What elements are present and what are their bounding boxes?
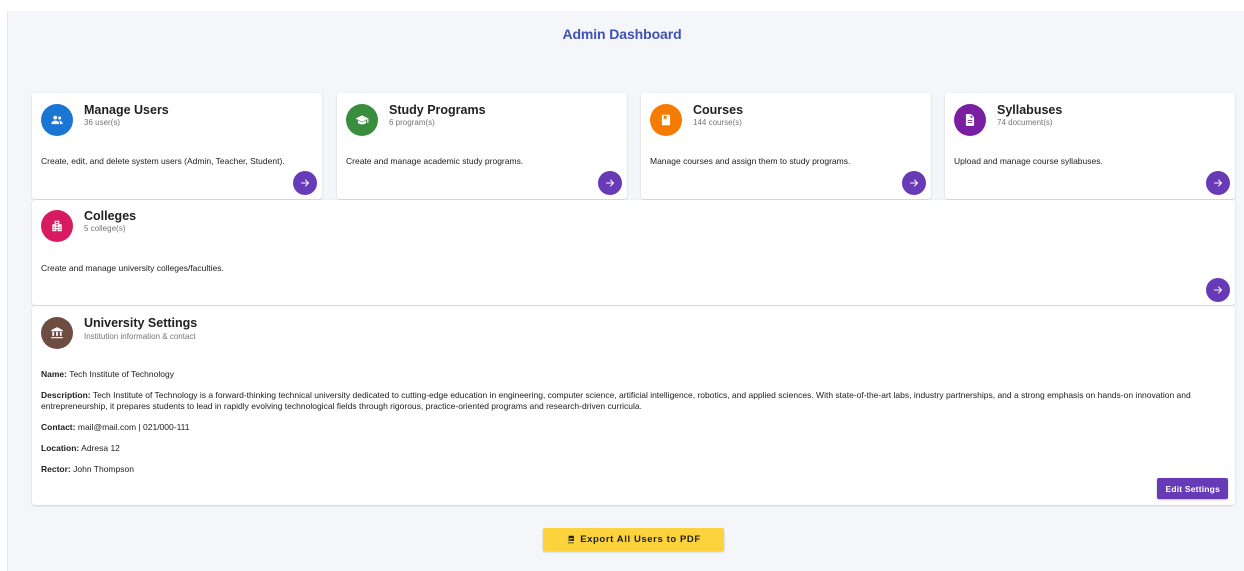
card-university-settings: University Settings Institution informat… xyxy=(32,306,1235,505)
info-label: Contact: xyxy=(41,422,76,432)
people-icon xyxy=(41,104,73,136)
book-icon xyxy=(650,104,682,136)
frame-border xyxy=(7,11,8,571)
card-courses[interactable]: Courses 144 course(s) Manage courses and… xyxy=(641,93,931,199)
card-study-programs[interactable]: Study Programs 6 program(s) Create and m… xyxy=(337,93,627,199)
graduation-cap-icon xyxy=(346,104,378,136)
info-value: Tech Institute of Technology xyxy=(69,369,174,379)
info-label: Name: xyxy=(41,369,67,379)
info-name: Name: Tech Institute of Technology xyxy=(41,369,1231,380)
open-courses-button[interactable] xyxy=(902,171,926,195)
export-users-pdf-button[interactable]: Export All Users to PDF xyxy=(543,528,724,551)
arrow-right-icon xyxy=(606,179,614,187)
open-syllabuses-button[interactable] xyxy=(1206,171,1230,195)
building-icon xyxy=(41,210,73,242)
card-description: Create and manage university colleges/fa… xyxy=(41,263,224,273)
card-count: 74 document(s) xyxy=(997,118,1053,127)
info-location: Location: Adresa 12 xyxy=(41,443,1231,454)
info-contact: Contact: mail@mail.com | 021/000-111 xyxy=(41,422,1231,433)
card-title: Courses xyxy=(693,103,744,117)
edit-settings-button[interactable]: Edit Settings xyxy=(1157,478,1228,499)
card-subtitle: Institution information & contact xyxy=(84,332,196,341)
info-value: Adresa 12 xyxy=(81,443,120,453)
info-value: mail@mail.com | 021/000-111 xyxy=(77,422,190,432)
open-manage-users-button[interactable] xyxy=(293,171,317,195)
card-count: 5 college(s) xyxy=(84,224,126,233)
card-manage-users[interactable]: Manage Users 36 user(s) Create, edit, an… xyxy=(32,93,322,199)
institution-icon xyxy=(41,317,73,349)
card-title: Study Programs xyxy=(389,103,486,117)
info-label: Description: xyxy=(41,390,91,400)
info-label: Location: xyxy=(41,443,80,453)
card-syllabuses[interactable]: Syllabuses 74 document(s) Upload and man… xyxy=(945,93,1235,199)
info-value: John Thompson xyxy=(73,464,134,474)
open-colleges-button[interactable] xyxy=(1206,278,1230,302)
page-title: Admin Dashboard xyxy=(562,26,682,42)
arrow-right-icon xyxy=(910,179,918,187)
card-count: 36 user(s) xyxy=(84,118,121,127)
arrow-right-icon xyxy=(1214,286,1222,294)
export-label: Export All Users to PDF xyxy=(580,534,701,545)
card-title: Manage Users xyxy=(84,103,169,117)
pdf-icon xyxy=(567,535,575,544)
open-study-programs-button[interactable] xyxy=(598,171,622,195)
card-count: 144 course(s) xyxy=(693,118,742,127)
card-description: Upload and manage course syllabuses. xyxy=(954,156,1103,166)
arrow-right-icon xyxy=(1214,179,1222,187)
info-value: Tech Institute of Technology is a forwar… xyxy=(41,390,1191,411)
arrow-right-icon xyxy=(301,179,309,187)
card-title: Syllabuses xyxy=(997,103,1063,117)
card-description: Create and manage academic study program… xyxy=(346,156,524,166)
card-count: 6 program(s) xyxy=(389,118,435,127)
card-description: Manage courses and assign them to study … xyxy=(650,156,851,166)
info-label: Rector: xyxy=(41,464,71,474)
info-rector: Rector: John Thompson xyxy=(41,464,1231,475)
document-icon xyxy=(954,104,986,136)
card-colleges[interactable]: Colleges 5 college(s) Create and manage … xyxy=(32,200,1235,305)
card-title: Colleges xyxy=(84,209,137,223)
info-description: Description: Tech Institute of Technolog… xyxy=(41,390,1231,412)
card-description: Create, edit, and delete system users (A… xyxy=(41,156,285,166)
card-title: University Settings xyxy=(84,316,198,330)
